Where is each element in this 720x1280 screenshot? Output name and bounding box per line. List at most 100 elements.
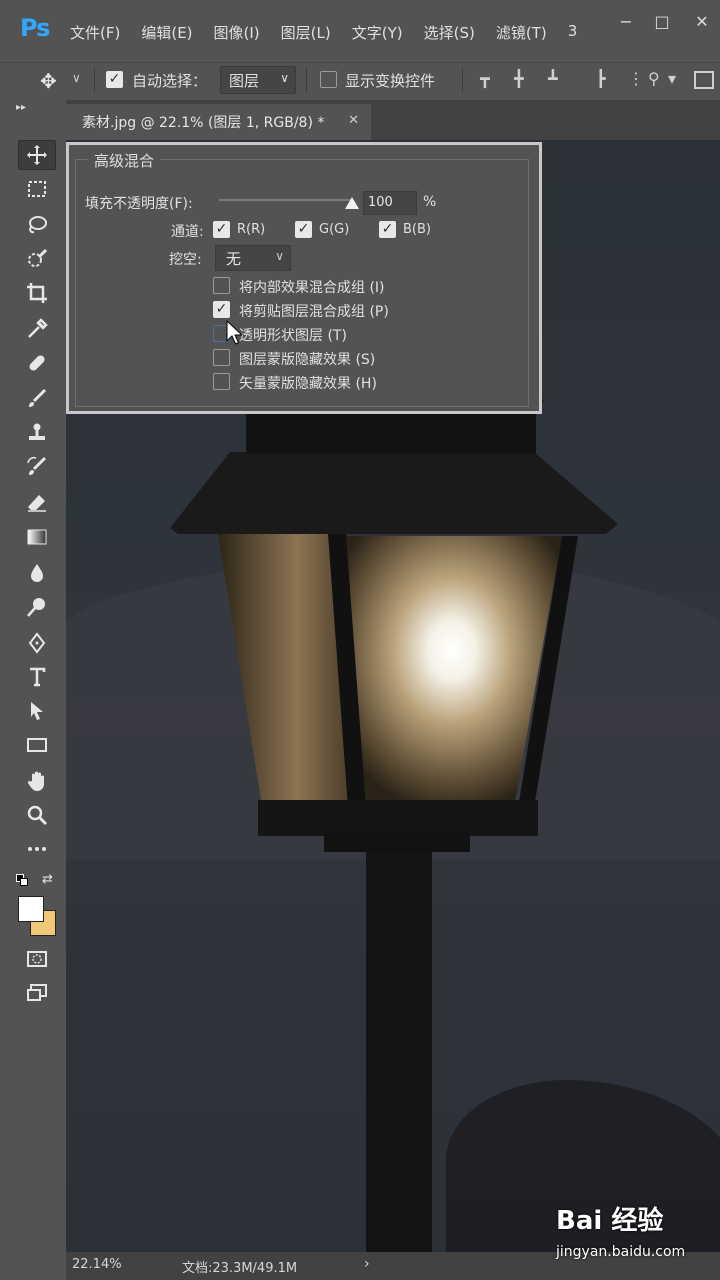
document-tab-bar: 素材.jpg @ 22.1% (图层 1, RGB/8) * ✕ xyxy=(66,100,720,140)
channel-b-checkbox[interactable]: ✓ xyxy=(379,221,396,238)
lasso-icon xyxy=(29,216,47,234)
screen-mode-button[interactable] xyxy=(18,978,56,1008)
knockout-dropdown[interactable]: 无 ∨ xyxy=(215,245,291,271)
history-brush-icon xyxy=(27,456,47,475)
search-icon[interactable]: ⚲ xyxy=(648,69,666,89)
options-bar: ✥ ∨ ✓ 自动选择： 图层 ∨ 显示变换控件 ┳ ╋ ┻ ┣ ⋮ ⚲ ▾ xyxy=(0,62,720,100)
channel-r-checkbox[interactable]: ✓ xyxy=(213,221,230,238)
more-align-icon[interactable]: ⋮ xyxy=(628,69,646,89)
more-tools[interactable] xyxy=(18,834,56,864)
move-tool-icon[interactable]: ✥ xyxy=(40,69,57,93)
menu-image[interactable]: 图像(I) xyxy=(214,22,260,43)
layer-mask-hides-effects-label[interactable]: 图层蒙版隐藏效果 (S) xyxy=(239,349,375,369)
menu-bar: Ps 文件(F) 编辑(E) 图像(I) 图层(L) 文字(Y) 选择(S) 滤… xyxy=(0,0,720,62)
channel-r-label: R(R) xyxy=(237,222,266,237)
drop-icon xyxy=(31,564,43,582)
eraser-tool[interactable] xyxy=(18,488,56,518)
document-title: 素材.jpg @ 22.1% (图层 1, RGB/8) * xyxy=(82,115,325,131)
tools-panel: ▸▸ ⇄ xyxy=(0,100,66,1280)
quick-mask-button[interactable] xyxy=(18,944,56,974)
blend-interior-effects-checkbox[interactable] xyxy=(213,277,230,294)
quick-mask-icon xyxy=(27,951,47,967)
default-colors-icon[interactable] xyxy=(16,874,28,886)
eyedropper-tool[interactable] xyxy=(18,314,56,344)
clone-stamp-tool[interactable] xyxy=(18,418,56,448)
zoom-level[interactable]: 22.14% xyxy=(72,1257,122,1272)
auto-select-checkbox[interactable]: ✓ xyxy=(106,71,123,88)
menu-filter[interactable]: 滤镜(T) xyxy=(496,22,547,43)
channel-g-label: G(G) xyxy=(319,222,350,237)
gradient-tool[interactable] xyxy=(18,522,56,552)
hand-icon xyxy=(27,771,44,791)
dodge-icon xyxy=(27,598,45,617)
channel-b-label: B(B) xyxy=(403,222,431,237)
blend-clipped-layers-label[interactable]: 将剪贴图层混合成组 (P) xyxy=(239,301,389,321)
document-tab[interactable]: 素材.jpg @ 22.1% (图层 1, RGB/8) * ✕ xyxy=(66,104,371,140)
crop-icon xyxy=(27,283,47,303)
foreground-color-swatch[interactable] xyxy=(18,896,44,922)
menu-type[interactable]: 文字(Y) xyxy=(352,22,403,43)
stamp-icon xyxy=(29,423,45,440)
path-selection-tool[interactable] xyxy=(18,696,56,726)
menu-3d[interactable]: 3 xyxy=(568,22,578,43)
chevron-down-icon: ∨ xyxy=(275,249,284,263)
rectangle-icon xyxy=(27,738,47,752)
eyedropper-icon xyxy=(28,318,48,338)
vector-mask-hides-effects-checkbox[interactable] xyxy=(213,373,230,390)
blur-tool[interactable] xyxy=(18,558,56,588)
brush-tool[interactable] xyxy=(18,384,56,414)
lasso-tool[interactable] xyxy=(18,210,56,240)
crop-tool[interactable] xyxy=(18,278,56,308)
baidu-watermark: Bai 经验 jingyan.baidu.com xyxy=(556,1200,720,1270)
pen-icon xyxy=(28,632,46,654)
fill-opacity-input[interactable]: 100 xyxy=(363,191,417,215)
status-menu-arrow[interactable]: › xyxy=(364,1256,370,1272)
tool-preset-dropdown[interactable]: ∨ xyxy=(72,71,81,85)
move-tool[interactable] xyxy=(18,140,56,170)
menu-file[interactable]: 文件(F) xyxy=(70,22,120,43)
show-transform-label: 显示变换控件 xyxy=(345,72,436,90)
menu-layer[interactable]: 图层(L) xyxy=(281,22,331,43)
align-vertical-center-icon[interactable]: ╋ xyxy=(514,69,532,89)
align-left-icon[interactable]: ┣ xyxy=(596,69,614,89)
fill-opacity-slider-track[interactable] xyxy=(219,199,353,201)
main-menu: 文件(F) 编辑(E) 图像(I) 图层(L) 文字(Y) 选择(S) 滤镜(T… xyxy=(70,22,598,43)
maximize-button[interactable]: □ xyxy=(648,12,676,32)
fill-opacity-slider-thumb[interactable] xyxy=(345,197,359,209)
pen-tool[interactable] xyxy=(18,628,56,658)
type-tool[interactable] xyxy=(18,662,56,692)
workspace-icon[interactable]: ▾ xyxy=(668,69,686,89)
brush-icon xyxy=(29,388,47,407)
marquee-tool[interactable] xyxy=(18,174,56,204)
marquee-icon xyxy=(28,181,46,197)
collapse-toolbar-icon[interactable]: ▸▸ xyxy=(16,102,26,113)
transparency-shapes-layer-label[interactable]: 透明形状图层 (T) xyxy=(239,325,347,345)
rectangle-tool[interactable] xyxy=(18,730,56,760)
document-size-info: 文档:23.3M/49.1M xyxy=(182,1261,298,1276)
align-bottom-icon[interactable]: ┻ xyxy=(548,69,566,89)
auto-select-target-dropdown[interactable]: 图层 ∨ xyxy=(220,66,296,94)
quick-select-tool[interactable] xyxy=(18,244,56,274)
channel-g-checkbox[interactable]: ✓ xyxy=(295,221,312,238)
show-transform-checkbox[interactable] xyxy=(320,71,337,88)
hand-tool[interactable] xyxy=(18,766,56,796)
vector-mask-hides-effects-label[interactable]: 矢量蒙版隐藏效果 (H) xyxy=(239,373,377,393)
menu-select[interactable]: 选择(S) xyxy=(424,22,475,43)
chevron-down-icon: ∨ xyxy=(280,71,289,85)
dodge-tool[interactable] xyxy=(18,592,56,622)
align-top-icon[interactable]: ┳ xyxy=(480,69,498,89)
panel-toggle-icon[interactable] xyxy=(694,71,714,89)
history-brush-tool[interactable] xyxy=(18,452,56,482)
auto-select-label: 自动选择： xyxy=(132,72,208,90)
close-document-icon[interactable]: ✕ xyxy=(348,113,359,128)
menu-edit[interactable]: 编辑(E) xyxy=(141,22,192,43)
healing-brush-tool[interactable] xyxy=(18,348,56,378)
blend-interior-effects-label[interactable]: 将内部效果混合成组 (I) xyxy=(239,277,385,297)
close-window-button[interactable]: ✕ xyxy=(688,12,716,32)
advanced-blending-panel: 高级混合 填充不透明度(F): 100 % 通道: ✓ R(R) ✓ G(G) … xyxy=(66,142,542,414)
zoom-tool[interactable] xyxy=(18,800,56,830)
layer-mask-hides-effects-checkbox[interactable] xyxy=(213,349,230,366)
swap-colors-icon[interactable]: ⇄ xyxy=(42,872,53,887)
minimize-button[interactable]: − xyxy=(612,12,640,32)
blend-clipped-layers-checkbox[interactable]: ✓ xyxy=(213,301,230,318)
